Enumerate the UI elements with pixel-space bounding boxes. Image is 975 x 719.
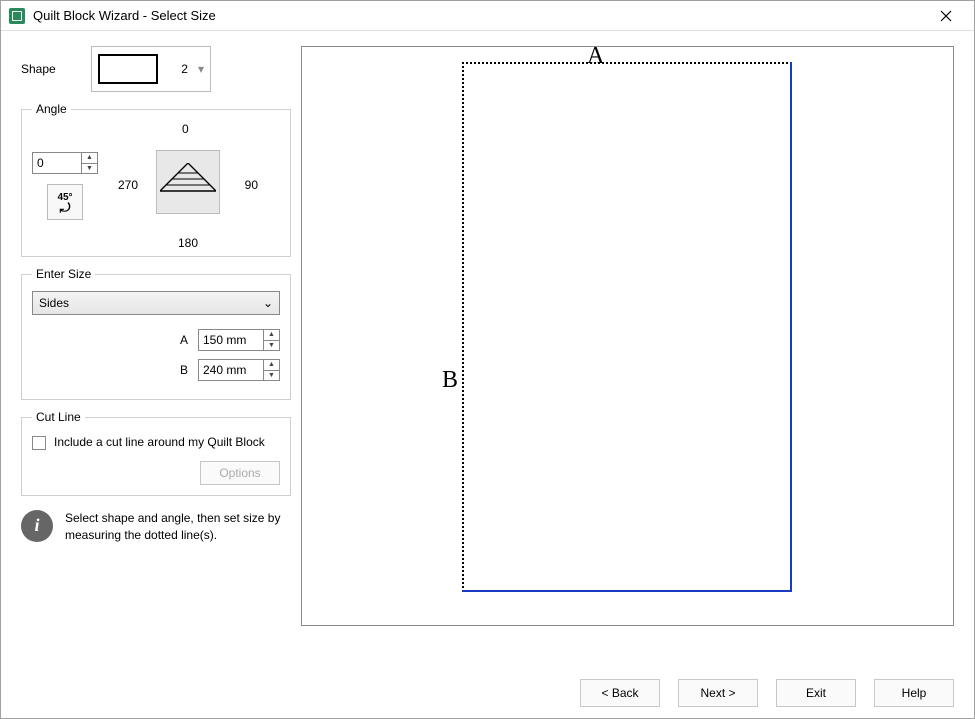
size-a-down-button[interactable]: ▼ (264, 341, 279, 351)
preview-dotted-left (462, 62, 464, 592)
back-button[interactable]: < Back (580, 679, 660, 707)
cut-line-options-button: Options (200, 461, 280, 485)
preview-solid-bottom (462, 590, 792, 592)
size-label-b: B (176, 363, 188, 377)
compass-south: 180 (178, 236, 198, 250)
compass-east: 90 (245, 178, 258, 192)
size-row-a: A ▲ ▼ (32, 329, 280, 351)
preview-label-b: B (442, 367, 458, 394)
enter-size-legend: Enter Size (32, 267, 95, 281)
window-title: Quilt Block Wizard - Select Size (33, 8, 926, 23)
angle-up-button[interactable]: ▲ (82, 153, 97, 164)
size-a-spinner[interactable]: ▲ ▼ (198, 329, 280, 351)
angle-fieldset: Angle ▲ ▼ 45° ⤾ (21, 102, 291, 257)
size-row-b: B ▲ ▼ (32, 359, 280, 381)
info-icon: i (21, 510, 53, 542)
shape-label: Shape (21, 62, 61, 76)
compass-north: 0 (182, 122, 189, 136)
exit-button[interactable]: Exit (776, 679, 856, 707)
rotate-arc-icon: ⤾ (60, 203, 71, 212)
chevron-down-icon: ▾ (192, 62, 210, 76)
app-icon (9, 8, 25, 24)
size-b-up-button[interactable]: ▲ (264, 360, 279, 371)
compass-dial[interactable] (156, 150, 220, 214)
next-button[interactable]: Next > (678, 679, 758, 707)
preview-surface: A B (302, 47, 953, 625)
preview-shape (462, 62, 792, 592)
compass-needle-icon (160, 163, 216, 193)
shape-count: 2 (181, 62, 192, 76)
preview-solid-right (790, 62, 792, 592)
info-row: i Select shape and angle, then set size … (21, 506, 291, 548)
size-b-spinner[interactable]: ▲ ▼ (198, 359, 280, 381)
close-button[interactable] (926, 1, 966, 31)
preview-dotted-top (462, 62, 792, 64)
chevron-down-icon: ⌄ (263, 296, 273, 310)
angle-down-button[interactable]: ▼ (82, 164, 97, 174)
size-b-input[interactable] (199, 360, 263, 380)
size-a-input[interactable] (199, 330, 263, 350)
angle-legend: Angle (32, 102, 71, 116)
size-mode-value: Sides (39, 296, 69, 310)
cut-line-legend: Cut Line (32, 410, 85, 424)
title-bar: Quilt Block Wizard - Select Size (1, 1, 974, 31)
footer-buttons: < Back Next > Exit Help (1, 668, 974, 718)
info-text: Select shape and angle, then set size by… (65, 510, 291, 544)
size-a-up-button[interactable]: ▲ (264, 330, 279, 341)
shape-row: Shape 2 ▾ (21, 46, 291, 92)
shape-selector[interactable]: 2 ▾ (91, 46, 211, 92)
cut-line-fieldset: Cut Line Include a cut line around my Qu… (21, 410, 291, 496)
left-panel: Shape 2 ▾ Angle ▲ ▼ (11, 46, 291, 668)
include-cut-line-checkbox[interactable] (32, 436, 46, 450)
rotate-45-button[interactable]: 45° ⤾ (47, 184, 83, 220)
enter-size-fieldset: Enter Size Sides ⌄ A ▲ ▼ B (21, 267, 291, 400)
rectangle-icon (98, 54, 158, 84)
include-cut-line-label: Include a cut line around my Quilt Block (54, 434, 280, 451)
angle-spinner[interactable]: ▲ ▼ (32, 152, 98, 174)
content-area: Shape 2 ▾ Angle ▲ ▼ (1, 31, 974, 668)
dialog-window: Quilt Block Wizard - Select Size Shape 2… (0, 0, 975, 719)
size-label-a: A (176, 333, 188, 347)
close-icon (940, 10, 952, 22)
size-mode-select[interactable]: Sides ⌄ (32, 291, 280, 315)
compass-west: 270 (118, 178, 138, 192)
preview-panel: A B (301, 46, 954, 626)
angle-input[interactable] (33, 153, 81, 173)
size-b-down-button[interactable]: ▼ (264, 371, 279, 381)
help-button[interactable]: Help (874, 679, 954, 707)
angle-compass[interactable]: 0 90 180 270 (118, 126, 258, 246)
